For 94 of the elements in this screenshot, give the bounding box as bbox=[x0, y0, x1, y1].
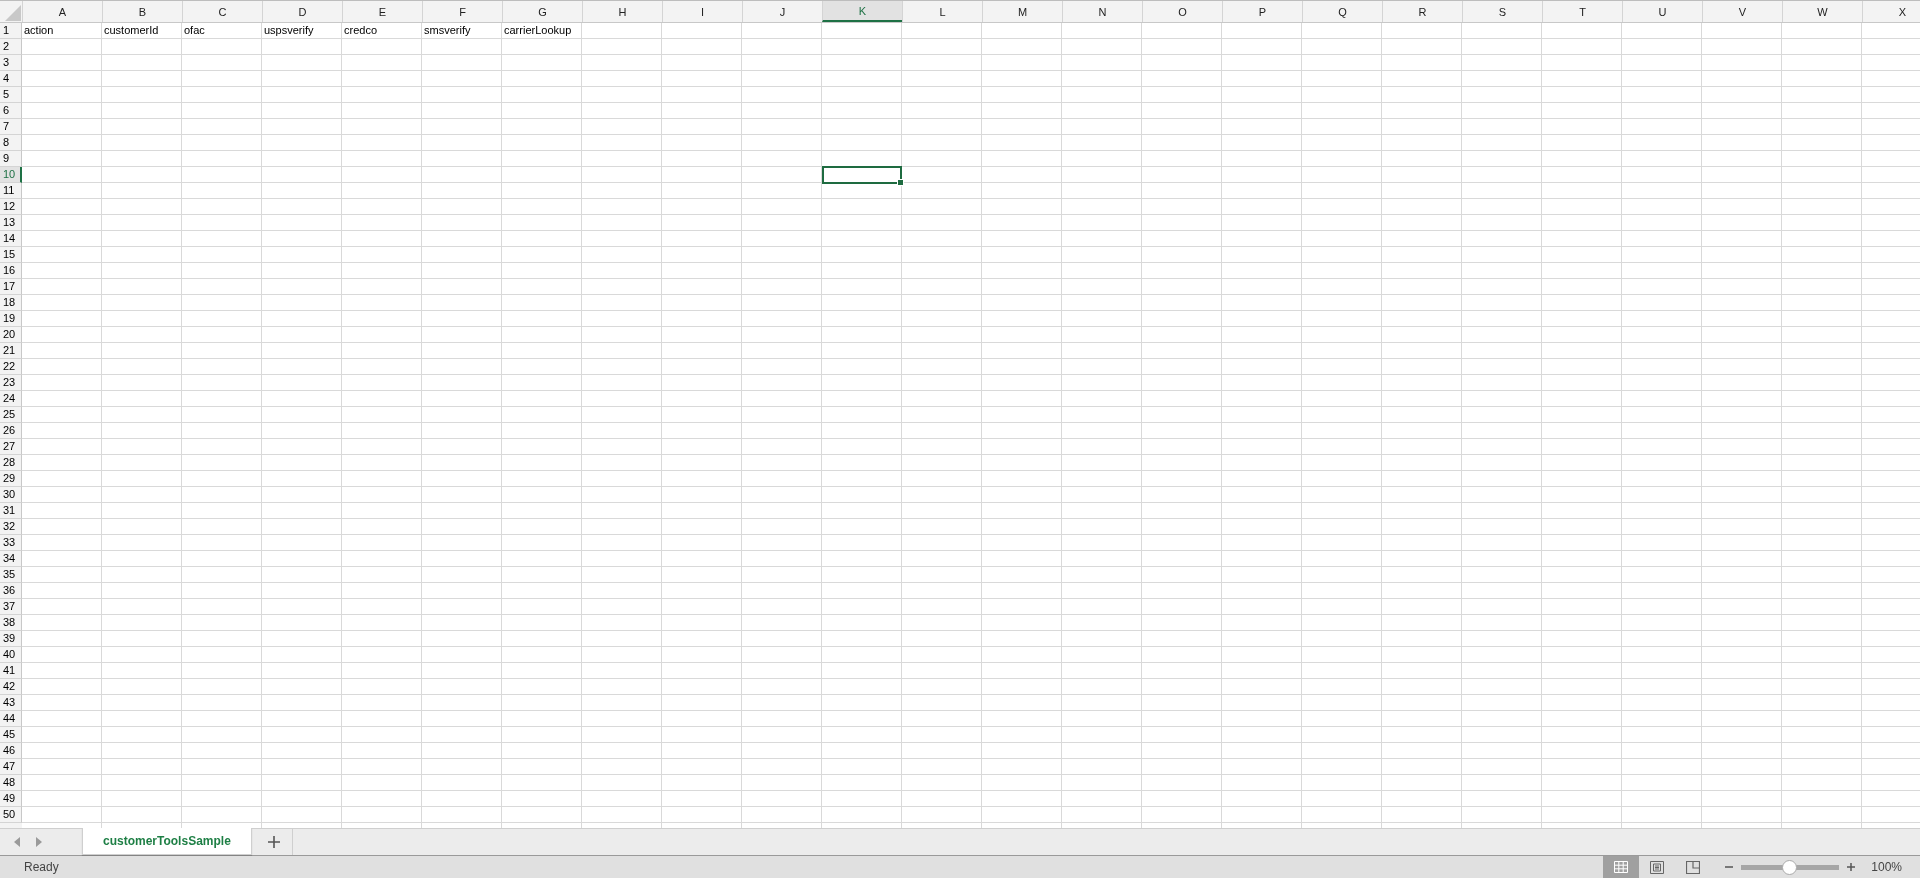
column-header[interactable]: H bbox=[582, 1, 662, 22]
scroll-left-icon[interactable] bbox=[12, 836, 22, 848]
zoom-level-text: 100% bbox=[1870, 860, 1903, 874]
row-header[interactable]: 32 bbox=[0, 519, 22, 535]
column-header[interactable]: S bbox=[1462, 1, 1542, 22]
column-header[interactable]: V bbox=[1702, 1, 1782, 22]
grid-icon bbox=[1614, 861, 1629, 873]
zoom-in-icon[interactable] bbox=[1847, 863, 1856, 871]
page-icon bbox=[1650, 860, 1665, 874]
row-header[interactable]: 16 bbox=[0, 263, 22, 279]
row-header[interactable]: 37 bbox=[0, 599, 22, 615]
column-header[interactable]: W bbox=[1782, 1, 1862, 22]
row-header[interactable]: 48 bbox=[0, 775, 22, 791]
row-header[interactable]: 3 bbox=[0, 55, 22, 71]
table-cell-text: ofac bbox=[183, 23, 206, 38]
row-header[interactable]: 34 bbox=[0, 551, 22, 567]
column-header[interactable]: N bbox=[1062, 1, 1142, 22]
row-header[interactable]: 20 bbox=[0, 327, 22, 343]
table-cell-text: carrierLookup bbox=[503, 23, 573, 38]
column-header[interactable]: K bbox=[822, 1, 902, 22]
row-header[interactable]: 6 bbox=[0, 103, 22, 119]
column-header[interactable]: L bbox=[902, 1, 982, 22]
row-header[interactable]: 41 bbox=[0, 663, 22, 679]
row-header[interactable]: 8 bbox=[0, 135, 22, 151]
row-header[interactable]: 21 bbox=[0, 343, 22, 359]
view-button[interactable] bbox=[1603, 856, 1640, 878]
table-cell-text: customerId bbox=[103, 23, 160, 38]
row-header[interactable]: 2 bbox=[0, 39, 22, 55]
selected-cell[interactable] bbox=[822, 166, 902, 184]
row-header[interactable]: 15 bbox=[0, 247, 22, 263]
row-header[interactable]: 25 bbox=[0, 407, 22, 423]
row-header[interactable]: 26 bbox=[0, 423, 22, 439]
row-header[interactable]: 39 bbox=[0, 631, 22, 647]
row-header[interactable]: 19 bbox=[0, 311, 22, 327]
row-header[interactable]: 31 bbox=[0, 503, 22, 519]
row-header[interactable]: 30 bbox=[0, 487, 22, 503]
row-header[interactable]: 29 bbox=[0, 471, 22, 487]
table-cell-text: action bbox=[23, 23, 55, 38]
row-header[interactable]: 7 bbox=[0, 119, 22, 135]
column-header[interactable]: F bbox=[422, 1, 502, 22]
column-header[interactable]: A bbox=[22, 1, 102, 22]
row-header[interactable]: 4 bbox=[0, 71, 22, 87]
column-header[interactable]: I bbox=[662, 1, 742, 22]
column-header[interactable]: B bbox=[102, 1, 182, 22]
page-break-icon bbox=[1686, 860, 1701, 874]
table-cell-text: uspsverify bbox=[263, 23, 315, 38]
table-cell-text: credco bbox=[343, 23, 379, 38]
row-header[interactable]: 17 bbox=[0, 279, 22, 295]
column-header[interactable]: Q bbox=[1302, 1, 1382, 22]
zoom-slider-thumb[interactable] bbox=[1782, 859, 1798, 875]
sheet-tab[interactable]: customerToolsSample bbox=[82, 828, 252, 855]
row-header[interactable]: 24 bbox=[0, 391, 22, 407]
plus-icon bbox=[267, 836, 280, 848]
column-header[interactable]: C bbox=[182, 1, 262, 22]
zoom-out-icon[interactable] bbox=[1725, 863, 1734, 871]
row-header[interactable]: 12 bbox=[0, 199, 22, 215]
row-header[interactable]: 18 bbox=[0, 295, 22, 311]
row-header[interactable]: 47 bbox=[0, 759, 22, 775]
row-header[interactable]: 28 bbox=[0, 455, 22, 471]
row-header[interactable]: 45 bbox=[0, 727, 22, 743]
column-header[interactable]: E bbox=[342, 1, 422, 22]
column-header[interactable]: G bbox=[502, 1, 582, 22]
row-header[interactable]: 9 bbox=[0, 151, 22, 167]
row-header[interactable]: 50 bbox=[0, 807, 22, 823]
row-header[interactable]: 1 bbox=[0, 23, 22, 39]
row-header[interactable]: 35 bbox=[0, 567, 22, 583]
row-header[interactable]: 22 bbox=[0, 359, 22, 375]
column-header[interactable]: M bbox=[982, 1, 1062, 22]
row-header[interactable]: 33 bbox=[0, 535, 22, 551]
row-header[interactable]: 11 bbox=[0, 183, 22, 199]
row-header[interactable]: 14 bbox=[0, 231, 22, 247]
row-header[interactable]: 38 bbox=[0, 615, 22, 631]
column-header[interactable]: R bbox=[1382, 1, 1462, 22]
status-text: Ready bbox=[23, 860, 60, 874]
row-header[interactable]: 23 bbox=[0, 375, 22, 391]
row-header[interactable]: 42 bbox=[0, 679, 22, 695]
row-header[interactable]: 5 bbox=[0, 87, 22, 103]
column-header[interactable]: D bbox=[262, 1, 342, 22]
column-header[interactable]: P bbox=[1222, 1, 1302, 22]
column-header[interactable]: X bbox=[1862, 1, 1920, 22]
table-cell-text: smsverify bbox=[423, 23, 472, 38]
scroll-right-icon[interactable] bbox=[34, 836, 44, 848]
column-header[interactable]: O bbox=[1142, 1, 1222, 22]
row-header[interactable]: 43 bbox=[0, 695, 22, 711]
row-header[interactable]: 27 bbox=[0, 439, 22, 455]
row-header[interactable]: 13 bbox=[0, 215, 22, 231]
column-header[interactable]: T bbox=[1542, 1, 1622, 22]
row-header[interactable]: 49 bbox=[0, 791, 22, 807]
row-header[interactable]: 10 bbox=[0, 167, 22, 183]
column-header[interactable]: U bbox=[1622, 1, 1702, 22]
row-header[interactable]: 44 bbox=[0, 711, 22, 727]
row-header[interactable]: 40 bbox=[0, 647, 22, 663]
row-header[interactable]: 36 bbox=[0, 583, 22, 599]
row-header[interactable]: 46 bbox=[0, 743, 22, 759]
